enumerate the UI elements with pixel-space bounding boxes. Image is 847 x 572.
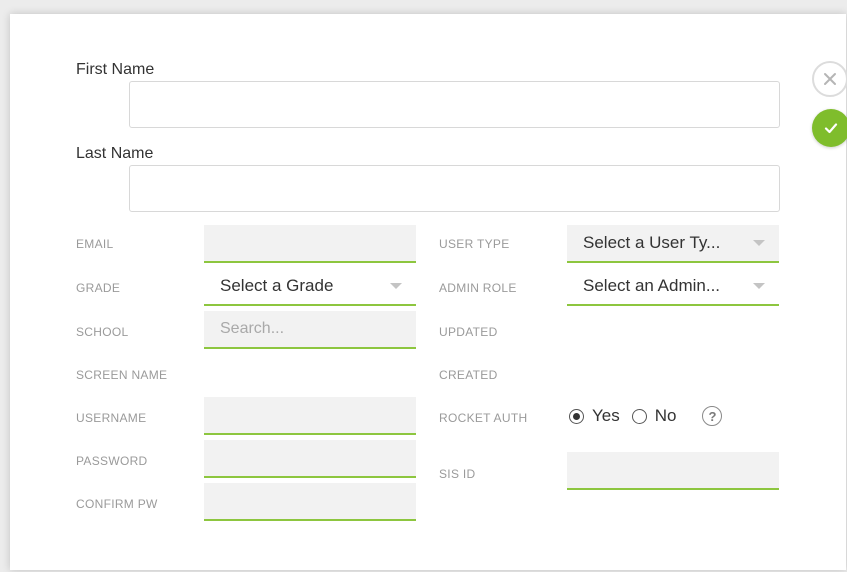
last-name-label: Last Name: [76, 145, 154, 162]
user-type-select[interactable]: Select a User Ty...: [567, 225, 779, 263]
username-label: USERNAME: [76, 411, 147, 425]
grade-select[interactable]: Select a Grade: [204, 268, 416, 306]
first-name-label: First Name: [76, 61, 155, 78]
school-label: SCHOOL: [76, 325, 129, 339]
rocket-auth-yes-radio[interactable]: [569, 408, 584, 424]
chevron-down-icon: [390, 283, 402, 289]
confirm-pw-input[interactable]: [204, 483, 416, 521]
rocket-auth-no-label[interactable]: No: [655, 406, 677, 426]
updated-label: UPDATED: [439, 325, 498, 339]
screen-name-label: SCREEN NAME: [76, 368, 168, 382]
close-button[interactable]: [812, 61, 847, 97]
sis-id-label: SIS ID: [439, 467, 476, 481]
admin-role-label: ADMIN ROLE: [439, 281, 517, 295]
school-search-placeholder: Search...: [220, 320, 285, 337]
confirm-button[interactable]: [812, 109, 847, 147]
grade-label: GRADE: [76, 281, 121, 295]
last-name-input[interactable]: [129, 165, 780, 212]
user-type-select-value: Select a User Ty...: [583, 233, 721, 252]
admin-role-select-value: Select an Admin...: [583, 276, 721, 295]
rocket-auth-yes-label[interactable]: Yes: [592, 406, 620, 426]
grade-select-value: Select a Grade: [220, 276, 334, 295]
password-input[interactable]: [204, 440, 416, 478]
chevron-down-icon: [753, 240, 765, 246]
user-form-modal: First Name Last Name EMAIL GRADE SCHOOL …: [10, 14, 847, 570]
created-label: CREATED: [439, 368, 498, 382]
first-name-input[interactable]: [129, 81, 780, 128]
confirm-pw-label: CONFIRM PW: [76, 497, 158, 511]
email-input[interactable]: [204, 225, 416, 263]
chevron-down-icon: [753, 283, 765, 289]
question-icon[interactable]: ?: [702, 406, 723, 426]
password-label: PASSWORD: [76, 454, 148, 468]
user-type-label: USER TYPE: [439, 237, 510, 251]
close-icon: [824, 73, 836, 85]
school-search-input[interactable]: Search...: [204, 311, 416, 349]
email-label: EMAIL: [76, 237, 114, 251]
sis-id-input[interactable]: [567, 452, 779, 490]
rocket-auth-label: ROCKET AUTH: [439, 411, 528, 425]
rocket-auth-radio-group: Yes No ?: [569, 406, 723, 426]
checkmark-icon: [824, 123, 838, 134]
rocket-auth-no-radio[interactable]: [631, 408, 647, 424]
admin-role-select[interactable]: Select an Admin...: [567, 268, 779, 306]
username-input[interactable]: [204, 397, 416, 435]
